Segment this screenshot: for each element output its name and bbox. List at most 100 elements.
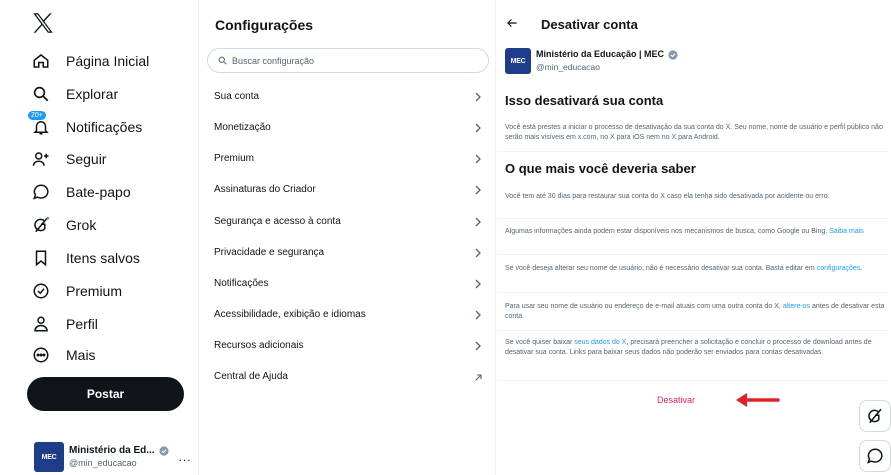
nav-label: Mais <box>66 347 96 363</box>
nav-item-home[interactable]: Página Inicial <box>30 46 149 76</box>
verified-badge-icon <box>668 49 678 60</box>
chat-icon <box>867 448 883 464</box>
settings-item-label: Assinaturas do Criador <box>214 184 316 195</box>
back-arrow-icon[interactable] <box>505 16 519 30</box>
home-icon <box>30 50 52 72</box>
x-logo-icon[interactable] <box>30 10 56 36</box>
avatar: MEC <box>34 442 64 472</box>
chevron-right-icon <box>475 92 481 101</box>
chevron-right-icon <box>475 248 481 257</box>
section-heading: Isso desativará sua conta <box>505 93 664 108</box>
nav-item-follow[interactable]: Seguir <box>30 144 106 174</box>
person-icon <box>30 313 52 335</box>
info-paragraph: Você tem até 30 dias para restaurar sua … <box>505 193 830 200</box>
info-paragraph: Para usar seu nome de usuário ou endereç… <box>505 303 885 320</box>
more-options-icon[interactable]: ... <box>179 450 192 464</box>
settings-item-additional-resources[interactable]: Recursos adicionais <box>199 330 496 361</box>
avatar: MEC <box>505 48 531 74</box>
settings-item-label: Monetização <box>214 122 271 133</box>
info-paragraph: Você está prestes a iniciar o processo d… <box>505 124 883 141</box>
nav-item-chat[interactable]: Bate-papo <box>30 177 131 207</box>
follow-icon <box>30 148 52 170</box>
divider <box>497 380 888 381</box>
deactivate-button[interactable]: Desativar <box>657 395 695 405</box>
settings-item-label: Segurança e acesso à conta <box>214 216 341 227</box>
settings-item-notifications[interactable]: Notificações <box>199 268 496 299</box>
settings-item-your-account[interactable]: Sua conta <box>199 81 496 112</box>
chevron-right-icon <box>475 185 481 194</box>
profile-handle: @min_educacao <box>536 62 600 72</box>
chevron-right-icon <box>475 341 481 350</box>
left-navigation: Página Inicial Explorar 20+ Notificações… <box>0 0 198 475</box>
settings-item-security[interactable]: Segurança e acesso à conta <box>199 206 496 237</box>
info-paragraph: Se você quiser baixar seus dados do X, p… <box>505 339 872 356</box>
more-icon <box>30 344 52 366</box>
info-paragraph: Algumas informações ainda podem estar di… <box>505 228 864 235</box>
settings-item-label: Recursos adicionais <box>214 340 304 351</box>
divider <box>497 254 888 255</box>
settings-item-privacy[interactable]: Privacidade e segurança <box>199 237 496 268</box>
nav-label: Página Inicial <box>66 53 150 69</box>
settings-link[interactable]: configurações <box>817 265 861 272</box>
nav-label: Premium <box>66 283 123 299</box>
page-title: Desativar conta <box>541 17 638 32</box>
deactivate-panel: Desativar conta MEC Ministério da Educaç… <box>497 0 891 475</box>
divider <box>497 330 888 331</box>
nav-item-profile[interactable]: Perfil <box>30 309 98 339</box>
learn-more-link[interactable]: Saiba mais <box>829 228 864 235</box>
nav-item-premium[interactable]: Premium <box>30 276 122 306</box>
your-data-link[interactable]: seus dados do X <box>574 339 626 346</box>
settings-item-label: Privacidade e segurança <box>214 247 325 258</box>
bell-icon: 20+ <box>27 110 52 138</box>
nav-label: Seguir <box>66 151 107 167</box>
grok-floating-button[interactable] <box>859 400 891 432</box>
verified-badge-icon <box>158 445 169 456</box>
settings-item-monetization[interactable]: Monetização <box>199 112 496 143</box>
bookmark-icon <box>30 247 52 269</box>
nav-item-grok[interactable]: Grok <box>30 210 96 240</box>
premium-icon <box>30 280 52 302</box>
divider <box>497 292 888 293</box>
divider <box>497 218 888 219</box>
account-name: Ministério da Ed... <box>69 445 155 456</box>
account-handle: @min_educacao <box>69 458 137 468</box>
nav-label: Itens salvos <box>66 250 140 266</box>
settings-item-label: Premium <box>214 153 255 164</box>
chevron-right-icon <box>475 310 481 319</box>
divider <box>497 151 888 152</box>
nav-label: Bate-papo <box>66 184 131 200</box>
notification-badge: 20+ <box>27 110 47 121</box>
settings-item-label: Acessibilidade, exibição e idiomas <box>214 309 366 320</box>
settings-item-creator-subscriptions[interactable]: Assinaturas do Criador <box>199 174 496 205</box>
nav-label: Grok <box>66 217 97 233</box>
account-switcher[interactable]: MEC Ministério da Ed... @min_educacao ..… <box>34 440 194 474</box>
chevron-right-icon <box>475 279 481 288</box>
grok-icon <box>868 408 882 424</box>
settings-title: Configurações <box>215 17 314 33</box>
nav-item-bookmarks[interactable]: Itens salvos <box>30 243 140 273</box>
settings-item-help-center[interactable]: Central de Ajuda <box>199 361 496 392</box>
chevron-right-icon <box>475 123 481 132</box>
post-button[interactable]: Postar <box>27 377 184 411</box>
grok-icon <box>30 214 52 236</box>
chevron-right-icon <box>475 217 481 226</box>
settings-item-accessibility[interactable]: Acessibilidade, exibição e idiomas <box>199 299 496 330</box>
search-box[interactable] <box>207 48 489 73</box>
messages-floating-button[interactable] <box>859 440 891 472</box>
section-heading: O que mais você deveria saber <box>505 161 696 176</box>
nav-item-more[interactable]: Mais <box>30 340 96 370</box>
nav-label: Notificações <box>66 119 143 135</box>
nav-item-notifications[interactable]: 20+ Notificações <box>27 110 143 142</box>
settings-item-label: Sua conta <box>214 91 260 102</box>
settings-item-premium[interactable]: Premium <box>199 143 496 174</box>
nav-item-explore[interactable]: Explorar <box>30 79 118 109</box>
profile-name: Ministério da Educação | MEC <box>536 49 665 59</box>
external-link-icon <box>475 373 482 381</box>
chevron-right-icon <box>475 154 481 163</box>
chat-icon <box>30 181 52 203</box>
info-paragraph: Se você deseja alterar seu nome de usuár… <box>505 265 863 272</box>
settings-search-input[interactable] <box>232 55 472 66</box>
change-it-link[interactable]: altere-os <box>783 303 810 310</box>
profile-summary: MEC Ministério da Educação | MEC @min_ed… <box>505 48 678 74</box>
nav-label: Perfil <box>66 316 98 332</box>
